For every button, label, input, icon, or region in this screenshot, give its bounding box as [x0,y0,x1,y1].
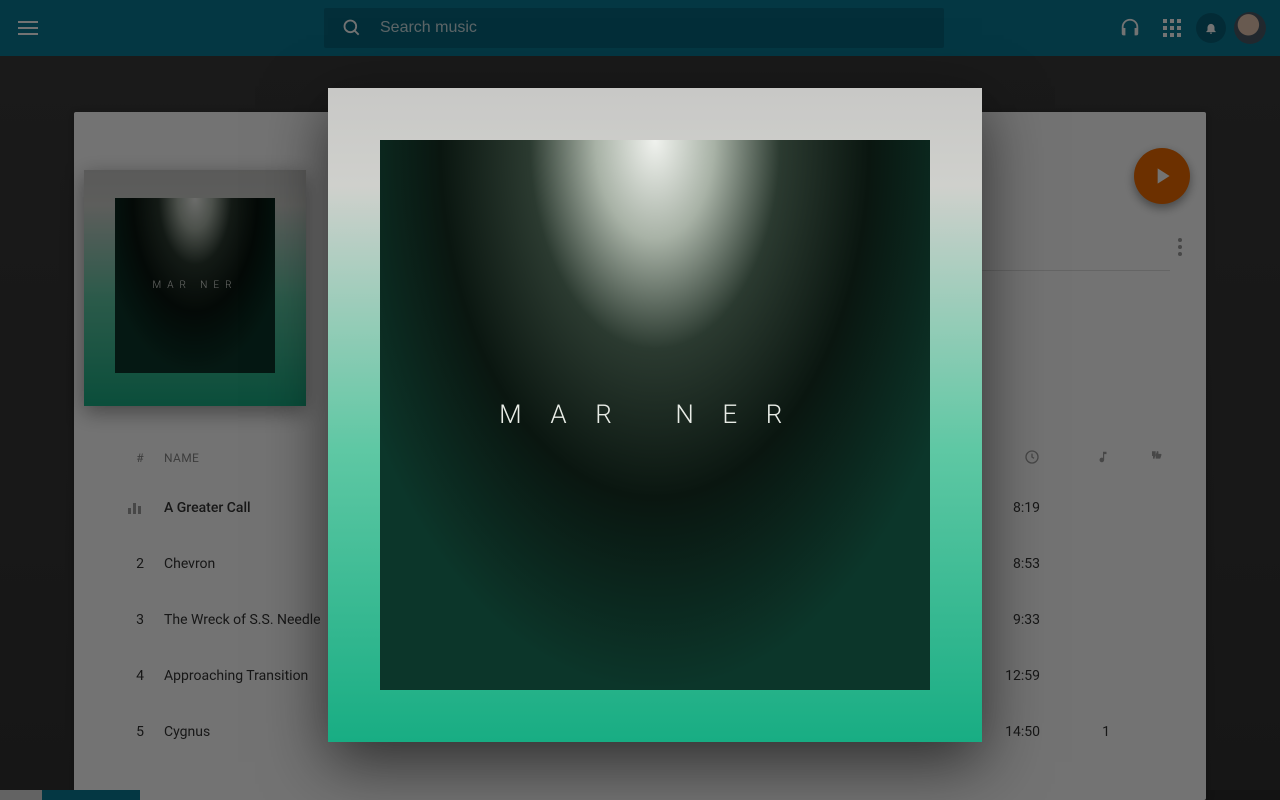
album-art-modal[interactable]: MAR NER [328,88,982,742]
album-art-large-title: MAR NER [499,400,811,430]
album-art-large: MAR NER [328,88,982,742]
